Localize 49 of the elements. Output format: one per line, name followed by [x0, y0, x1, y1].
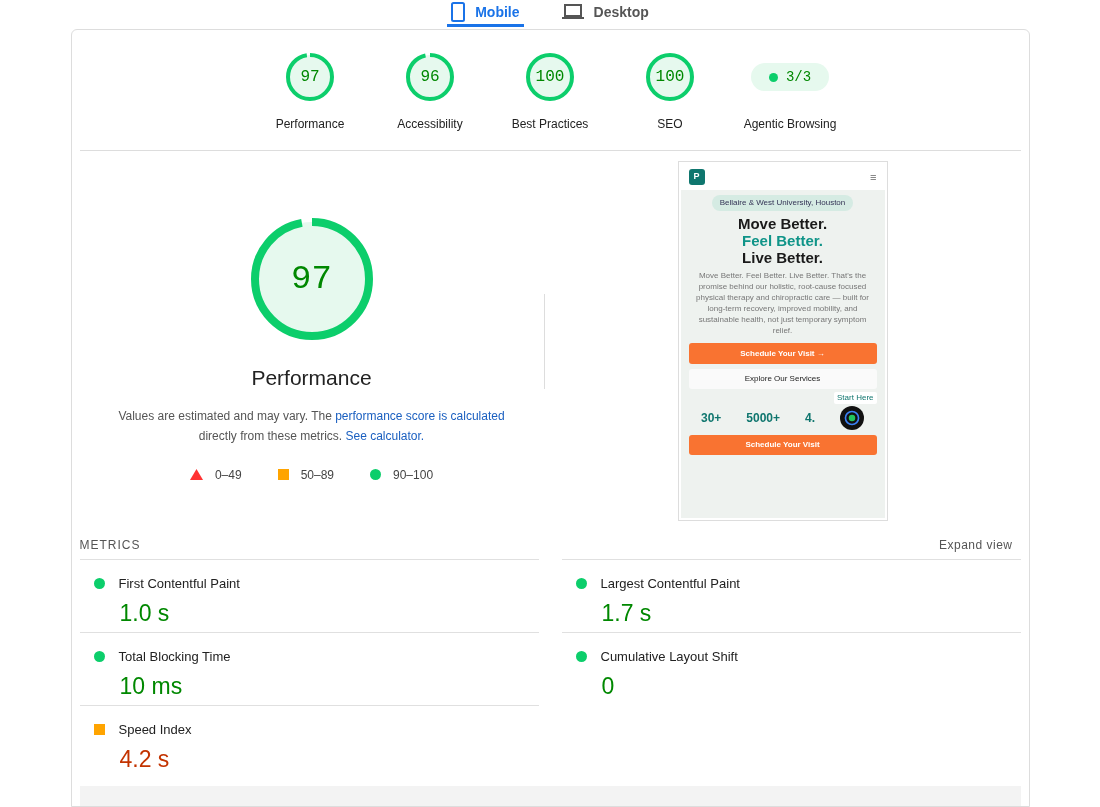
score-link[interactable]: performance score is calculated [335, 408, 505, 423]
legend-range: 50–89 [300, 466, 334, 484]
metric-value: 0 [601, 671, 616, 701]
agentic-score-pill: 3/3 [750, 63, 830, 91]
site-logo: P [688, 169, 705, 185]
calculator-link[interactable]: See calculator. [345, 428, 425, 443]
category-label: Best Practices [511, 116, 589, 133]
metric-name: Total Blocking Time [118, 648, 231, 666]
category-label: Performance [275, 116, 345, 133]
headline-text: Feel Better. [742, 232, 823, 249]
stat-number: 30+ [701, 410, 722, 427]
category-label: Accessibility [397, 116, 463, 133]
metric-value: 1.7 s [601, 598, 653, 628]
metrics-heading: METRICS [79, 537, 141, 554]
location-badge: Bellaire & West University, Houston [711, 195, 854, 211]
metric-name: First Contentful Paint [118, 575, 240, 593]
menu-icon: ≡ [870, 171, 877, 183]
score-value: 97 [290, 258, 333, 300]
legend-range: 0–49 [214, 466, 242, 484]
metric-name: Speed Index [118, 721, 192, 739]
category-label: SEO [657, 116, 683, 133]
services-button[interactable]: Explore Our Services [688, 369, 877, 389]
stat-number: 4. [805, 410, 815, 427]
score-value: 100 [654, 67, 686, 88]
metric-name: Cumulative Layout Shift [600, 648, 738, 666]
performance-title: Performance [251, 365, 372, 392]
metric-value: 10 ms [119, 671, 184, 701]
headline-text: Move Better. [737, 215, 828, 232]
intro-paragraph: Move Better. Feel Better. Live Better. That's the promise behind our holistic, root-cause focused physical therapy and chiropractic care — built for long-term recovery, improved mobility, and sustainable health, not just temporary symptom relief. [695, 270, 870, 336]
metric-value: 1.0 s [119, 598, 171, 628]
headline-text: Live Better. [742, 249, 823, 266]
legend-range: 90–100 [393, 466, 434, 484]
chat-bubble-icon[interactable] [839, 406, 864, 430]
phone-icon [451, 2, 466, 22]
laptop-icon [561, 4, 584, 20]
metric-name: Largest Contentful Paint [600, 575, 740, 593]
score-note: Values are estimated and may vary. The performance score is calculated directly from these metrics. See calculator. [117, 407, 506, 445]
device-tab[interactable]: Mobile [447, 0, 524, 27]
start-here-badge: Start Here [834, 392, 877, 404]
average-square-icon [277, 469, 289, 481]
device-tab[interactable]: Desktop [557, 0, 653, 27]
stat-number: 5000+ [746, 410, 780, 427]
category-label: Agentic Browsing [743, 116, 837, 133]
metric-value: 4.2 s [119, 744, 171, 774]
score-value: 97 [299, 67, 321, 88]
fail-triangle-icon [189, 469, 203, 481]
expand-view-button[interactable]: Expand view [938, 536, 1021, 554]
score-value: 100 [534, 67, 566, 88]
score-value: 96 [419, 67, 441, 88]
